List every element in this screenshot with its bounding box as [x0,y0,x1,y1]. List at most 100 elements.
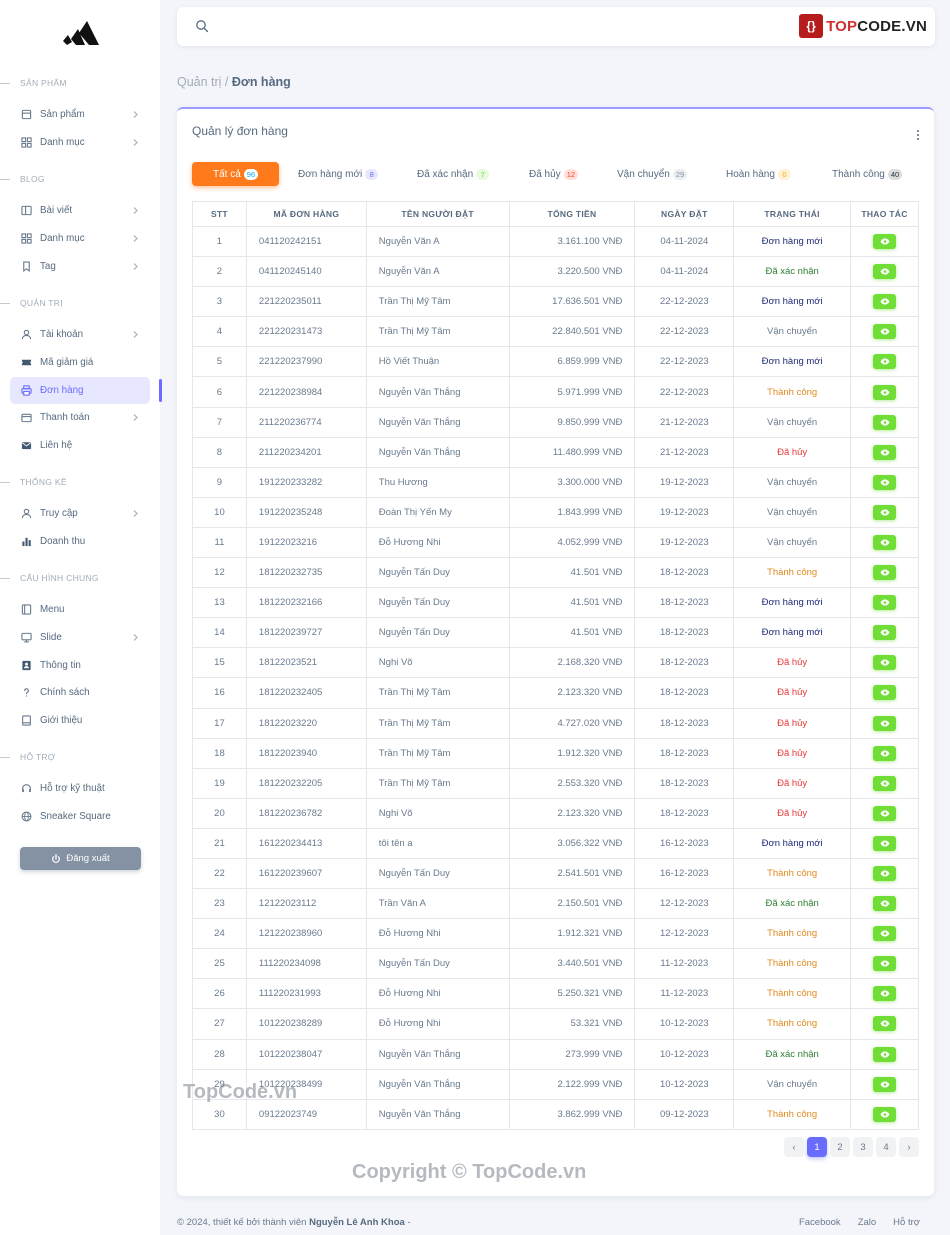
view-order-button[interactable] [873,805,897,821]
sidebar-item-2-4[interactable]: Liên hệ [10,432,150,459]
table-row[interactable]: 27 101220238289 Đỗ Hương Nhi 53.321 VNĐ 10-1… [192,1008,919,1040]
table-row[interactable]: 8 211220234201 Nguyễn Văn Thắng 11.480.999 … [192,436,919,468]
table-row[interactable]: 5 221220237990 Hồ Viết Thuận 6.859.999 VNĐ 2… [192,346,919,378]
table-row[interactable]: 12 181220232735 Nguyễn Tấn Duy 41.501 VNĐ 18… [192,557,919,589]
sidebar-item-1-0[interactable]: Bài viết [10,197,150,224]
table-row[interactable]: 7 211220236774 Nguyễn Văn Thắng 9.850.999 V… [192,406,919,438]
view-order-button[interactable] [873,745,897,761]
column-header[interactable]: TÊN NGƯỜI ĐẶT [365,201,510,227]
table-row[interactable]: 16 181220232405 Trần Thị Mỹ Tâm 2.123.320 V… [192,677,919,709]
view-order-button[interactable] [873,534,897,550]
view-order-button[interactable] [873,1106,897,1122]
view-order-button[interactable] [873,956,897,972]
next-page-button[interactable]: › [899,1137,919,1157]
view-order-button[interactable] [873,264,897,280]
sidebar-item-2-2[interactable]: Đơn hàng [10,376,162,404]
view-order-button[interactable] [873,565,897,581]
view-order-button[interactable] [873,896,897,912]
table-row[interactable]: 17 18122023220 Trần Thị Mỹ Tâm 4.727.020 VN… [192,707,919,739]
sidebar-item-4-1[interactable]: Slide [10,624,150,651]
table-row[interactable]: 25 111220234098 Nguyễn Tấn Duy 3.440.501 VN… [192,948,919,980]
column-header[interactable]: TRẠNG THÁI [733,201,852,227]
view-order-button[interactable] [873,685,897,701]
view-order-button[interactable] [873,1076,897,1092]
logout-button[interactable]: Đăng xuất [20,847,141,870]
table-row[interactable]: 1 041120242151 Nguyễn Văn A 3.161.100 VNĐ 04… [192,225,919,258]
sidebar-item-1-1[interactable]: Danh mục [10,225,150,252]
page-button[interactable]: 1 [807,1137,827,1157]
sidebar-item-5-1[interactable]: Sneaker Square [10,803,150,830]
search-input[interactable] [217,16,717,38]
view-order-button[interactable] [873,354,897,370]
breadcrumb-parent[interactable]: Quản trị / [177,75,228,89]
view-order-button[interactable] [873,986,897,1002]
sidebar-item-0-1[interactable]: Danh mục [10,129,150,156]
view-order-button[interactable] [873,715,897,731]
view-order-button[interactable] [873,926,897,942]
column-header[interactable]: THAO TÁC [850,201,919,227]
column-header[interactable]: MÃ ĐƠN HÀNG [245,201,367,227]
tab-2[interactable]: Đã xác nhận 7 [417,162,490,186]
tab-3[interactable]: Đã hủy 12 [529,162,579,186]
view-order-button[interactable] [873,294,897,310]
view-order-button[interactable] [873,474,897,490]
sidebar-item-4-3[interactable]: Chính sách [10,679,150,706]
view-order-button[interactable] [873,504,897,520]
view-order-button[interactable] [873,414,897,430]
table-row[interactable]: 30 09122023749 Nguyễn Văn Thắng 3.862.999 V… [192,1098,919,1130]
table-row[interactable]: 22 161220239607 Nguyễn Tấn Duy 2.541.501 VN… [192,857,919,890]
column-header[interactable]: TỔNG TIỀN [508,201,636,227]
sidebar-item-2-3[interactable]: Thanh toán [10,404,150,431]
view-order-button[interactable] [873,595,897,611]
column-header[interactable]: STT [192,201,247,227]
column-header[interactable]: NGÀY ĐẶT [634,201,735,227]
table-row[interactable]: 26 111220231993 Đỗ Hương Nhi 5.250.321 VNĐ 1… [192,978,919,1010]
sidebar-item-4-4[interactable]: Giới thiệu [10,707,150,734]
page-button[interactable]: 2 [830,1137,850,1157]
brand-logo[interactable] [0,0,160,66]
sidebar-item-2-0[interactable]: Tài khoản [10,321,150,348]
footer-link[interactable]: Zalo [858,1217,876,1228]
sidebar-item-3-1[interactable]: Doanh thu [10,528,150,555]
tab-5[interactable]: Hoàn hàng 0 [726,162,791,186]
table-row[interactable]: 14 181220239727 Nguyễn Tấn Duy 41.501 VNĐ 18… [192,617,919,649]
view-order-button[interactable] [873,835,897,851]
tab-1[interactable]: Đơn hàng mới 8 [298,162,379,186]
search-icon[interactable] [195,19,209,33]
table-row[interactable]: 20 181220236782 Nghi Võ 2.123.320 VNĐ 18-12-… [192,797,919,829]
view-order-button[interactable] [873,234,897,250]
table-row[interactable]: 6 221220238984 Nguyễn Văn Thắng 5.971.999 V… [192,376,919,408]
table-row[interactable]: 10 191220235248 Đoàn Thị Yến My 1.843.999 V… [192,496,919,528]
sidebar-item-4-0[interactable]: Menu [10,596,150,623]
table-row[interactable]: 3 221220235011 Trần Thị Mỹ Tâm 17.636.501 V… [192,286,919,318]
tab-6[interactable]: Thành công 40 [832,162,903,186]
view-order-button[interactable] [873,655,897,671]
table-row[interactable]: 19 181220232205 Trần Thị Mỹ Tâm 2.553.320 V… [192,767,919,799]
view-order-button[interactable] [873,1016,897,1032]
table-row[interactable]: 4 221220231473 Trần Thị Mỹ Tâm 22.840.501 V… [192,316,919,348]
table-row[interactable]: 24 121220238960 Đỗ Hương Nhi 1.912.321 VNĐ 1… [192,918,919,950]
prev-page-button[interactable]: ‹ [784,1137,804,1157]
table-row[interactable]: 28 101220238047 Nguyễn Văn Thắng 273.999 VN… [192,1038,919,1070]
more-options-icon[interactable] [916,129,920,141]
view-order-button[interactable] [873,384,897,400]
view-order-button[interactable] [873,1046,897,1062]
table-row[interactable]: 29 101220238499 Nguyễn Văn Thắng 2.122.999 … [192,1068,919,1100]
sidebar-item-5-0[interactable]: Hỗ trợ kỹ thuật [10,775,150,802]
table-row[interactable]: 9 191220233282 Thu Hương 3.300.000 VNĐ 19-12… [192,466,919,498]
sidebar-item-4-2[interactable]: Thông tin [10,652,150,679]
view-order-button[interactable] [873,324,897,340]
tab-0[interactable]: Tất cả 96 [192,162,280,186]
page-button[interactable]: 4 [876,1137,896,1157]
table-row[interactable]: 2 041120245140 Nguyễn Văn A 3.220.500 VNĐ 04… [192,256,919,288]
table-row[interactable]: 21 161220234413 tôi tên a 3.056.322 VNĐ 16-1… [192,827,919,859]
view-order-button[interactable] [873,444,897,460]
sidebar-item-3-0[interactable]: Truy cập [10,500,150,527]
table-row[interactable]: 13 181220232166 Nguyễn Tấn Duy 41.501 VNĐ 18… [192,587,919,619]
page-button[interactable]: 3 [853,1137,873,1157]
sidebar-item-1-2[interactable]: Tag [10,253,150,280]
view-order-button[interactable] [873,625,897,641]
table-row[interactable]: 23 12122023112 Trần Văn A 2.150.501 VNĐ 12-1… [192,888,919,920]
table-row[interactable]: 18 18122023940 Trần Thị Mỹ Tâm 1.912.320 VN… [192,737,919,769]
view-order-button[interactable] [873,775,897,791]
